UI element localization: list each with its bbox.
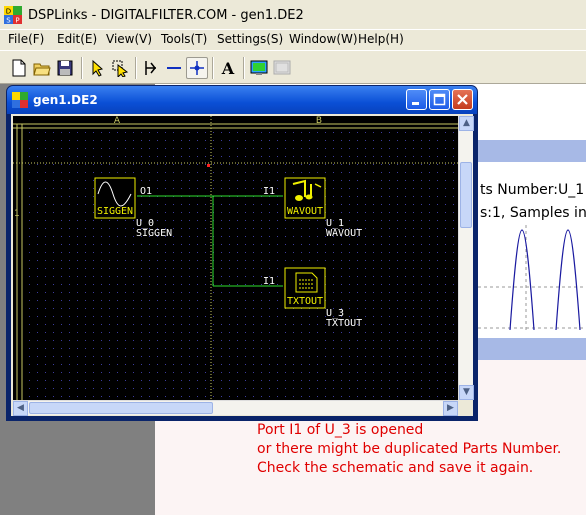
save-disk-icon[interactable]: [54, 57, 76, 79]
select-arrow-icon[interactable]: [86, 57, 108, 79]
disabled-screen-icon: [271, 57, 293, 79]
grid-row-1-label: 1: [14, 209, 20, 219]
wavout-port-label: I1: [263, 186, 275, 197]
menu-file[interactable]: File(F): [8, 32, 44, 46]
schematic-window: gen1.DE2 A B 1 SIGGEN O1 U_0 SIGGEN WAVO…: [6, 85, 478, 421]
scroll-right-icon[interactable]: ▶: [443, 401, 458, 416]
connect-wire-icon[interactable]: [140, 57, 162, 79]
toolbar-separator: [135, 57, 137, 79]
toolbar-separator: [81, 57, 83, 79]
menu-edit[interactable]: Edit(E): [57, 32, 97, 46]
siggen-block: SIGGEN: [94, 177, 136, 219]
schematic-title-bar[interactable]: gen1.DE2: [7, 86, 477, 114]
toolbar: A: [0, 50, 586, 84]
new-file-icon[interactable]: [8, 57, 30, 79]
schematic-window-body: A B 1 SIGGEN O1 U_0 SIGGEN WAVOUT I1 U_1…: [11, 114, 474, 416]
move-arrow-icon[interactable]: [109, 57, 131, 79]
toolbar-separator: [243, 57, 245, 79]
waveform-trace: [509, 229, 535, 330]
siggen-type-label: SIGGEN: [136, 228, 172, 239]
scroll-down-icon[interactable]: ▼: [459, 385, 474, 400]
dsp-app-icon: D S P: [4, 6, 22, 25]
dsp-document-icon: [12, 92, 28, 108]
horizontal-scroll-thumb[interactable]: [29, 402, 213, 414]
open-folder-icon[interactable]: [31, 57, 53, 79]
schematic-window-title: gen1.DE2: [33, 93, 98, 107]
txtout-port-label: I1: [263, 276, 275, 287]
menu-help[interactable]: Help(H): [358, 32, 404, 46]
txtout-type-label: TXTOUT: [326, 318, 362, 329]
menu-bar: File(F) Edit(E) View(V) Tools(T) Setting…: [0, 30, 586, 50]
scroll-left-icon[interactable]: ◀: [13, 401, 28, 416]
svg-text:P: P: [15, 17, 19, 25]
horizontal-scrollbar[interactable]: ◀ ▶: [13, 400, 458, 416]
maximize-button[interactable]: [429, 89, 450, 110]
parts-number-text: ts Number:U_1: [480, 182, 585, 198]
main-title-bar: D S P DSPLinks - DIGITALFILTER.COM - gen…: [0, 0, 586, 30]
text-tool-label: A: [221, 58, 235, 78]
svg-text:S: S: [6, 17, 11, 25]
menu-window[interactable]: Window(W): [289, 32, 358, 46]
close-button[interactable]: [452, 89, 473, 110]
menu-view[interactable]: View(V): [106, 32, 152, 46]
svg-text:D: D: [6, 8, 11, 16]
wavout-block: WAVOUT: [284, 177, 326, 219]
siggen-port-label: O1: [140, 186, 152, 197]
waveform-trace: [555, 229, 581, 330]
menu-settings[interactable]: Settings(S): [217, 32, 283, 46]
vertical-scroll-thumb[interactable]: [460, 162, 472, 228]
toolbar-separator: [212, 57, 214, 79]
samples-text: s:1, Samples in: [480, 205, 586, 221]
monitor-icon[interactable]: [248, 57, 270, 79]
scroll-up-icon[interactable]: ▲: [459, 116, 474, 131]
horizontal-line-icon[interactable]: [163, 57, 185, 79]
error-line: or there might be duplicated Parts Numbe…: [257, 441, 562, 457]
junction-dot-icon[interactable]: [186, 57, 208, 79]
vertical-scrollbar[interactable]: ▲ ▼: [458, 116, 474, 400]
txtout-block-label: TXTOUT: [287, 296, 323, 307]
wavout-type-label: WAVOUT: [326, 228, 362, 239]
txtout-block: TXTOUT: [284, 267, 326, 309]
siggen-block-label: SIGGEN: [97, 206, 133, 217]
menu-tools[interactable]: Tools(T): [161, 32, 207, 46]
error-line: Port I1 of U_3 is opened: [257, 422, 424, 438]
minimize-button[interactable]: [406, 89, 427, 110]
error-line: Check the schematic and save it again.: [257, 460, 534, 476]
wavout-block-label: WAVOUT: [287, 206, 323, 217]
app-title: DSPLinks - DIGITALFILTER.COM - gen1.DE2: [28, 8, 304, 23]
grid-column-b-label: B: [316, 116, 322, 126]
grid-column-a-label: A: [114, 116, 121, 126]
schematic-canvas[interactable]: A B 1 SIGGEN O1 U_0 SIGGEN WAVOUT I1 U_1…: [13, 116, 458, 400]
text-tool-icon[interactable]: A: [217, 57, 239, 79]
